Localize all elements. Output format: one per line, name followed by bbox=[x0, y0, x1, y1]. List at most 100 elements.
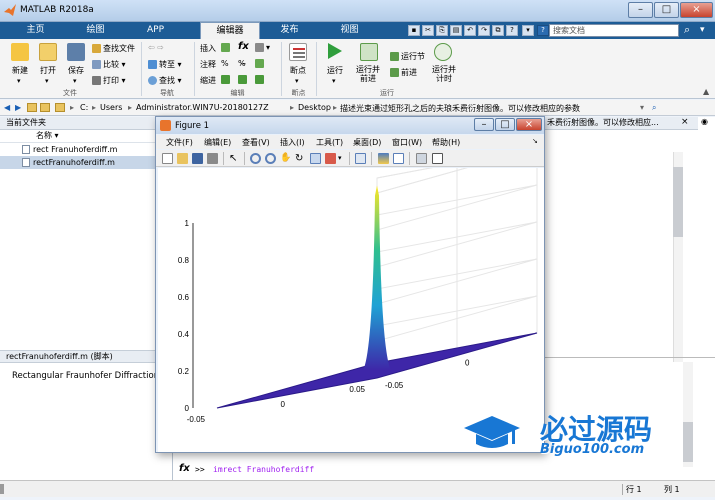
cell-icon[interactable]: ▾ bbox=[255, 43, 270, 52]
editor-tab[interactable]: 禾费衍射图像。可以修改相应... bbox=[543, 117, 698, 130]
help-quick-icon[interactable]: ? bbox=[506, 25, 518, 36]
insert-section-icon[interactable] bbox=[221, 43, 232, 52]
brush-icon[interactable] bbox=[325, 153, 336, 164]
show-plot-tools-icon[interactable] bbox=[432, 153, 443, 164]
compare-button[interactable]: 比较 ▾ bbox=[92, 59, 126, 70]
open-dropdown-icon[interactable]: ▾ bbox=[45, 77, 49, 85]
menu-insert[interactable]: 插入(I) bbox=[280, 137, 305, 148]
scrollbar-thumb[interactable] bbox=[683, 422, 693, 462]
expand-icon[interactable]: ▾ bbox=[522, 25, 534, 36]
close-button[interactable]: × bbox=[680, 2, 713, 18]
find-files-button[interactable]: 查找文件 bbox=[92, 43, 135, 54]
breakpoints-button[interactable]: 断点 bbox=[290, 65, 306, 76]
wrap-comment-icon[interactable] bbox=[255, 59, 266, 68]
run-dropdown-icon[interactable]: ▾ bbox=[332, 77, 336, 85]
breakpoints-dropdown-icon[interactable]: ▾ bbox=[295, 77, 299, 85]
path-part[interactable]: Desktop bbox=[298, 103, 331, 112]
rotate-3d-icon[interactable]: ↻ bbox=[295, 153, 306, 164]
menu-tools[interactable]: 工具(T) bbox=[316, 137, 343, 148]
menu-dock-icon[interactable]: ↘ bbox=[532, 137, 538, 145]
zoom-out-icon[interactable] bbox=[265, 153, 276, 164]
save-figure-icon[interactable] bbox=[192, 153, 203, 164]
figure-maximize-button[interactable]: □ bbox=[495, 118, 515, 131]
file-item[interactable]: rect Franuhoferdiff.m bbox=[0, 143, 172, 156]
tab-view[interactable]: 视图 bbox=[322, 22, 377, 39]
open-file-icon[interactable] bbox=[177, 153, 188, 164]
maximize-button[interactable]: □ bbox=[654, 2, 679, 18]
back-arrow-icon[interactable]: ◀ bbox=[4, 103, 10, 112]
open-button[interactable]: 打开 bbox=[40, 65, 56, 76]
legend-icon[interactable] bbox=[393, 153, 404, 164]
menu-file[interactable]: 文件(F) bbox=[166, 137, 193, 148]
path-part[interactable]: 描述光束通过矩形孔之后的夫琅禾费衍射图像。可以修改相应的参数 bbox=[340, 103, 635, 114]
help-icon[interactable]: ? bbox=[537, 25, 549, 36]
indent-button[interactable]: 缩进 bbox=[200, 75, 216, 86]
advance-button[interactable]: 前进 bbox=[390, 67, 417, 78]
tab-plots[interactable]: 绘图 bbox=[68, 22, 123, 39]
tab-publish[interactable]: 发布 bbox=[262, 22, 317, 39]
path-dropdown-icon[interactable]: ▾ bbox=[640, 103, 644, 112]
undo-quick-icon[interactable]: ↶ bbox=[464, 25, 476, 36]
copy-quick-icon[interactable]: ⎘ bbox=[436, 25, 448, 36]
increase-indent-icon[interactable] bbox=[238, 75, 249, 84]
colorbar-icon[interactable] bbox=[378, 153, 389, 164]
figure-minimize-button[interactable]: – bbox=[474, 118, 494, 131]
back-forward-buttons[interactable]: ⇦ ⇨ bbox=[148, 43, 164, 52]
comment-button[interactable]: 注释 bbox=[200, 59, 216, 70]
edit-plot-arrow-icon[interactable]: ↖ bbox=[229, 153, 240, 164]
brush-dropdown-icon[interactable]: ▾ bbox=[338, 154, 342, 162]
menu-desktop[interactable]: 桌面(D) bbox=[353, 137, 381, 148]
figure-close-button[interactable]: × bbox=[516, 118, 542, 131]
search-icon[interactable]: ⌕ bbox=[684, 23, 690, 37]
insert-button[interactable]: 插入 bbox=[200, 43, 216, 54]
cut-quick-icon[interactable]: ✂ bbox=[422, 25, 434, 36]
browse-folder-icon[interactable] bbox=[40, 103, 50, 112]
redo-quick-icon[interactable]: ↷ bbox=[478, 25, 490, 36]
minimize-button[interactable]: – bbox=[628, 2, 653, 18]
run-and-time-button[interactable]: 运行并 计时 bbox=[432, 65, 456, 83]
command-input[interactable]: imrect Franuhoferdiff bbox=[213, 465, 314, 474]
tab-home[interactable]: 主页 bbox=[8, 22, 63, 39]
panel-close-icon[interactable]: × bbox=[681, 117, 689, 127]
menu-help[interactable]: 帮助(H) bbox=[432, 137, 460, 148]
column-header-name[interactable]: 名称 ▾ bbox=[0, 130, 172, 143]
link-plot-icon[interactable] bbox=[355, 153, 366, 164]
print-button[interactable]: 打印 ▾ bbox=[92, 75, 126, 86]
run-advance-button[interactable]: 运行并 前进 bbox=[356, 65, 380, 83]
scrollbar-thumb[interactable] bbox=[673, 167, 683, 237]
search-dropdown-icon[interactable]: ▾ bbox=[700, 25, 705, 35]
file-item-selected[interactable]: rectFranuhoferdiff.m bbox=[0, 156, 172, 169]
up-folder-icon[interactable] bbox=[27, 103, 37, 112]
save-quick-icon[interactable]: ▪ bbox=[408, 25, 420, 36]
save-dropdown-icon[interactable]: ▾ bbox=[73, 77, 77, 85]
new-figure-icon[interactable] bbox=[162, 153, 173, 164]
menu-edit[interactable]: 编辑(E) bbox=[204, 137, 231, 148]
decrease-indent-icon[interactable] bbox=[255, 75, 266, 84]
fx-button[interactable]: fx bbox=[238, 41, 249, 52]
search-folder-icon[interactable]: ⌕ bbox=[652, 103, 656, 113]
panel-menu-icon[interactable]: ◉ bbox=[701, 117, 708, 126]
find-button[interactable]: 查找 ▾ bbox=[148, 75, 182, 86]
search-input[interactable]: 搜索文档 bbox=[549, 24, 679, 37]
uncomment-icon[interactable]: %̶ bbox=[238, 59, 246, 68]
forward-arrow-icon[interactable]: ▶ bbox=[15, 103, 21, 112]
switch-window-icon[interactable]: ⧉ bbox=[492, 25, 504, 36]
save-button[interactable]: 保存 bbox=[68, 65, 84, 76]
smart-indent-icon[interactable] bbox=[221, 75, 232, 84]
zoom-in-icon[interactable] bbox=[250, 153, 261, 164]
data-cursor-icon[interactable] bbox=[310, 153, 321, 164]
print-figure-icon[interactable] bbox=[207, 153, 218, 164]
menu-window[interactable]: 窗口(W) bbox=[392, 137, 422, 148]
goto-button[interactable]: 转至 ▾ bbox=[148, 59, 182, 70]
tab-editor[interactable]: 编辑器 bbox=[200, 22, 260, 39]
new-dropdown-icon[interactable]: ▾ bbox=[17, 77, 21, 85]
run-button[interactable]: 运行 bbox=[327, 65, 343, 76]
tab-apps[interactable]: APP bbox=[128, 22, 183, 39]
path-part[interactable]: C: bbox=[80, 103, 88, 112]
menu-view[interactable]: 查看(V) bbox=[242, 137, 270, 148]
percent-comment-icon[interactable]: % bbox=[221, 59, 229, 68]
collapse-ribbon-icon[interactable]: ▲ bbox=[703, 87, 709, 96]
path-part[interactable]: Administrator.WIN7U-20180127Z bbox=[136, 103, 269, 112]
new-button[interactable]: 新建 bbox=[12, 65, 28, 76]
hide-plot-tools-icon[interactable] bbox=[416, 153, 427, 164]
